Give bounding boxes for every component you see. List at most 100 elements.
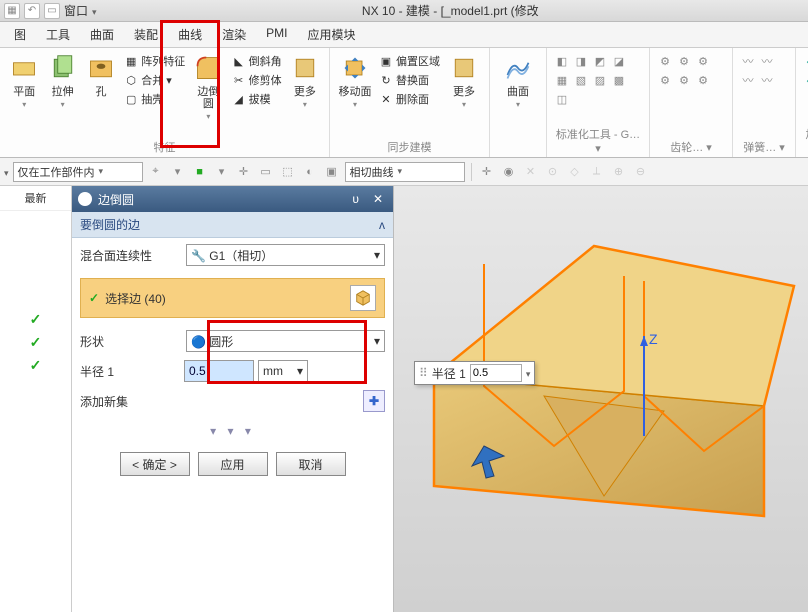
tb2-icon-7[interactable]: ⬚ xyxy=(279,163,297,181)
plane-button[interactable]: 平面▾ xyxy=(6,50,42,111)
tb2-icon-10[interactable]: ✛ xyxy=(478,163,496,181)
menu-render[interactable]: 渲染 xyxy=(212,22,256,47)
proc-icon-1[interactable]: ◆ xyxy=(802,52,808,70)
tb2-icon-6[interactable]: ▭ xyxy=(257,163,275,181)
qat-undo-icon[interactable]: ↶ xyxy=(24,3,40,19)
std-icon-4[interactable]: ◪ xyxy=(610,52,628,70)
gear-icon-2[interactable]: ⚙ xyxy=(675,52,693,70)
std-icon-2[interactable]: ◨ xyxy=(572,52,590,70)
std-icon-6[interactable]: ▧ xyxy=(572,71,590,89)
tb2-icon-17[interactable]: ⊖ xyxy=(632,163,650,181)
spring-icon-1[interactable]: 〰 xyxy=(739,52,757,70)
apply-button[interactable]: 应用 xyxy=(198,452,268,476)
tb2-dd1[interactable] xyxy=(4,165,9,179)
proc-icon-3[interactable]: ◆ xyxy=(802,71,808,89)
std-icon-7[interactable]: ▨ xyxy=(591,71,609,89)
cancel-button[interactable]: 取消 xyxy=(276,452,346,476)
edge-blend-button[interactable]: 边倒圆▾ xyxy=(190,50,226,123)
tb2-icon-3[interactable]: ■ xyxy=(191,163,209,181)
dialog-section-edges[interactable]: 要倒圆的边 ʌ xyxy=(72,212,393,238)
tb2-icon-5[interactable]: ✛ xyxy=(235,163,253,181)
tb2-icon-12[interactable]: ✕ xyxy=(522,163,540,181)
feature-more-button[interactable]: 更多▾ xyxy=(287,50,323,111)
history-check-2[interactable]: ✓ xyxy=(30,334,42,351)
curve-filter-combo[interactable]: 相切曲线 xyxy=(345,162,465,182)
spring-icon-2[interactable]: 〰 xyxy=(758,52,776,70)
history-check-3[interactable]: ✓ xyxy=(30,357,42,374)
radius-unit-dropdown[interactable]: mm▾ xyxy=(258,360,308,382)
dialog-restore-icon[interactable]: υ xyxy=(348,192,363,206)
qat-save-icon[interactable]: ▦ xyxy=(4,3,20,19)
tb2-icon-1[interactable]: ⌖ xyxy=(147,163,165,181)
sync-more-button[interactable]: 更多▾ xyxy=(445,50,483,111)
continuity-dropdown[interactable]: 🔧 G1（相切）▾ xyxy=(186,244,385,266)
radius-input[interactable] xyxy=(184,360,254,382)
delete-face-button[interactable]: ✕删除面 xyxy=(376,90,443,108)
3d-viewport[interactable]: Z ⠿ 半径 1 xyxy=(394,186,808,612)
menu-surface[interactable]: 曲面 xyxy=(80,22,124,47)
ok-button[interactable]: < 确定 > xyxy=(120,452,190,476)
extrude-button[interactable]: 拉伸▾ xyxy=(44,50,80,111)
menu-assembly[interactable]: 装配 xyxy=(124,22,168,47)
dialog-close-icon[interactable]: ✕ xyxy=(369,192,387,206)
menu-tools[interactable]: 工具 xyxy=(36,22,80,47)
std-icon-9[interactable]: ◫ xyxy=(553,90,571,108)
pattern-button[interactable]: ▦阵列特征 xyxy=(121,52,188,70)
onscreen-radius-input[interactable]: ⠿ 半径 1 xyxy=(414,361,535,385)
select-edge-cube-button[interactable] xyxy=(350,285,376,311)
replace-face-button[interactable]: ↻替换面 xyxy=(376,71,443,89)
tb2-icon-11[interactable]: ◉ xyxy=(500,163,518,181)
surface-button[interactable]: 曲面▾ xyxy=(496,50,540,111)
row-select-edge[interactable]: ✓ 选择边 (40) xyxy=(80,278,385,318)
tb2-icon-13[interactable]: ⊙ xyxy=(544,163,562,181)
qat-window-icon[interactable]: ▭ xyxy=(44,3,60,19)
tb2-icon-16[interactable]: ⊕ xyxy=(610,163,628,181)
tb2-icon-4[interactable]: ▾ xyxy=(213,163,231,181)
window-menu[interactable]: 窗口 xyxy=(64,2,88,19)
unite-button[interactable]: ⬡合并 ▾ xyxy=(121,71,188,89)
tab-recent[interactable]: 最新 xyxy=(0,186,71,211)
std-icon-1[interactable]: ◧ xyxy=(553,52,571,70)
tb2-icon-9[interactable]: ▣ xyxy=(323,163,341,181)
window-menu-caret[interactable] xyxy=(92,4,97,18)
menu-app-module[interactable]: 应用模块 xyxy=(297,22,365,47)
tb2-icon-14[interactable]: ◇ xyxy=(566,163,584,181)
std-icon-3[interactable]: ◩ xyxy=(591,52,609,70)
gear-icon[interactable] xyxy=(78,192,92,206)
menu-graph[interactable]: 图 xyxy=(4,22,36,47)
draft-button[interactable]: ◢拔模 xyxy=(229,90,285,108)
popup-radius-field[interactable] xyxy=(470,364,522,382)
spring-icon-4[interactable]: 〰 xyxy=(758,71,776,89)
add-set-button[interactable]: ✚ xyxy=(363,390,385,412)
scope-combo[interactable]: 仅在工作部件内 xyxy=(13,162,143,182)
continuity-label: 混合面连续性 xyxy=(80,247,180,264)
chamfer-button[interactable]: ◣倒斜角 xyxy=(229,52,285,70)
axis-z-label: Z xyxy=(649,331,658,347)
offset-region-button[interactable]: ▣偏置区域 xyxy=(376,52,443,70)
tb2-icon-15[interactable]: ⟂ xyxy=(588,163,606,181)
tb2-icon-2[interactable]: ▾ xyxy=(169,163,187,181)
std-icon-8[interactable]: ▩ xyxy=(610,71,628,89)
drag-handle-icon[interactable]: ⠿ xyxy=(419,366,428,380)
shell-button[interactable]: ▢抽壳 xyxy=(121,90,188,108)
gear-icon-3[interactable]: ⚙ xyxy=(694,52,712,70)
menu-curve[interactable]: 曲线 xyxy=(168,22,212,47)
gear-icon-6[interactable]: ⚙ xyxy=(694,71,712,89)
section-collapse-icon[interactable]: ʌ xyxy=(379,218,385,232)
spring-icon-3[interactable]: 〰 xyxy=(739,71,757,89)
ribbon-group-proc: ◆ ◆ ◆ 加工… ▾ xyxy=(796,48,808,157)
shape-dropdown[interactable]: 🔵 圆形▾ xyxy=(186,330,385,352)
popup-radius-caret[interactable] xyxy=(526,366,531,380)
tb2-icon-8[interactable]: ◐ xyxy=(301,163,319,181)
gear-icon-1[interactable]: ⚙ xyxy=(656,52,674,70)
gear-icon-4[interactable]: ⚙ xyxy=(656,71,674,89)
trim-body-button[interactable]: ✂修剪体 xyxy=(229,71,285,89)
dialog-more-indicator[interactable]: ▾ ▾ ▾ xyxy=(72,418,393,444)
menu-pmi[interactable]: PMI xyxy=(256,22,297,47)
hole-button[interactable]: 孔 xyxy=(83,50,119,100)
dialog-header[interactable]: 边倒圆 υ ✕ xyxy=(72,186,393,212)
gear-icon-5[interactable]: ⚙ xyxy=(675,71,693,89)
std-icon-5[interactable]: ▦ xyxy=(553,71,571,89)
move-face-button[interactable]: 移动面▾ xyxy=(336,50,374,111)
history-check-1[interactable]: ✓ xyxy=(30,311,42,328)
